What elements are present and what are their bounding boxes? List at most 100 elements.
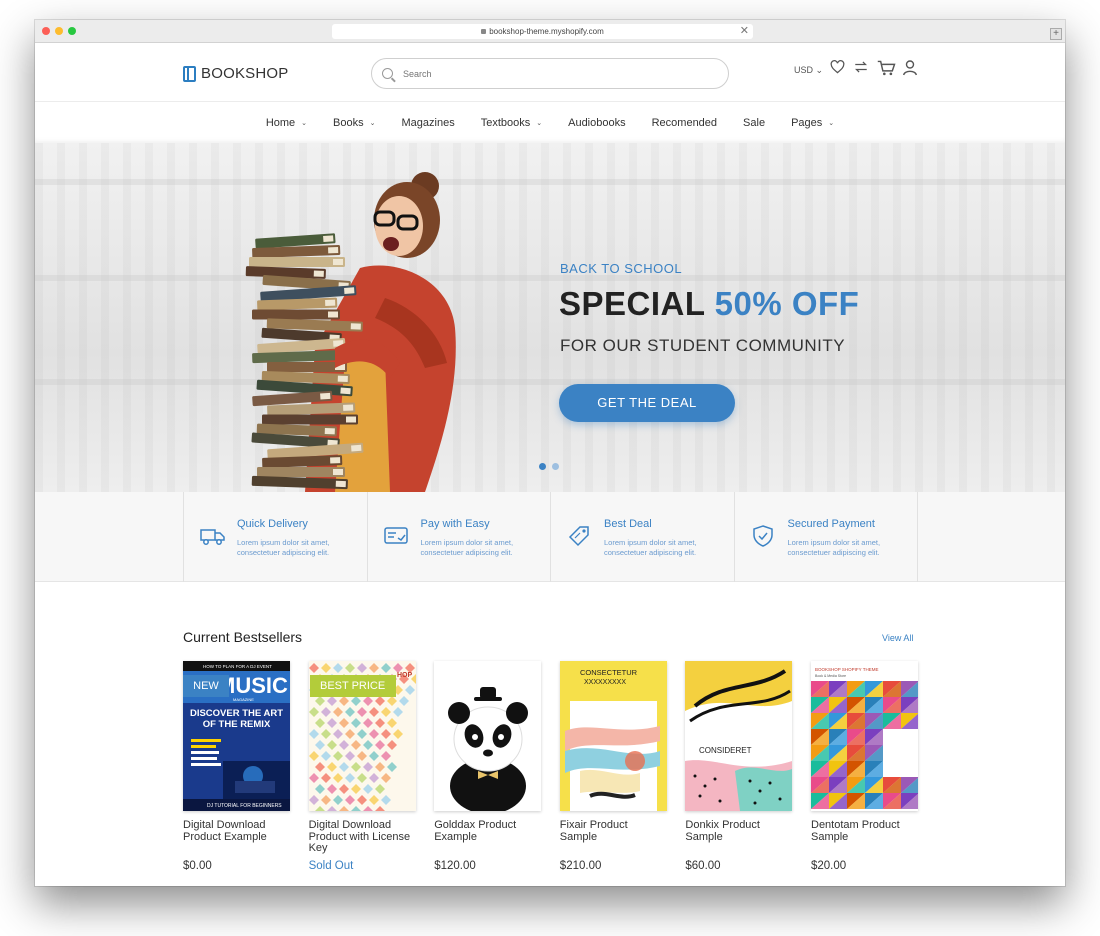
nav-item-label: Recomended	[651, 117, 718, 129]
nav-item-audiobooks[interactable]: Audiobooks	[568, 117, 626, 129]
product-badge: NEW	[183, 675, 229, 697]
nav-item-label: Audiobooks	[568, 117, 626, 129]
product-image[interactable]: BOOKSHOP SHOPIFY THEME Book & Media Store	[811, 661, 918, 811]
book-pages	[313, 270, 324, 277]
feature-title: Quick Delivery	[237, 518, 308, 530]
product-name[interactable]: Dentotam Product Sample	[811, 819, 919, 843]
product-name[interactable]: Digital Download Product with License Ke…	[309, 819, 417, 855]
feature-description: Lorem ipsum dolor sit amet, consectetuer…	[237, 538, 330, 557]
slider-dot[interactable]	[552, 463, 559, 470]
book-pages	[328, 247, 339, 254]
hero-title-accent: 50% OFF	[714, 285, 860, 322]
hero-title-main: SPECIAL	[559, 285, 705, 322]
dentotam-cover-subtitle: Book & Media Store	[815, 674, 846, 678]
book-spine	[252, 309, 340, 320]
nav-item-recomended[interactable]: Recomended	[652, 117, 717, 129]
section-title: Current Bestsellers	[183, 629, 303, 645]
book-pages	[324, 427, 335, 435]
view-all-link[interactable]: View All	[882, 633, 913, 643]
product-price: $120.00	[434, 860, 476, 872]
product-image[interactable]: HOW TO PLAN FOR A DJ EVENT MUSIC MAGAZINE D…	[183, 661, 290, 811]
nav-item-textbooks[interactable]: Textbooks ⌄	[481, 117, 542, 129]
product-card[interactable]: BOOKSHOP SHOPIFY THEME Book & Media Store…	[811, 661, 919, 881]
close-window-button[interactable]	[42, 27, 50, 35]
music-cover-top-line: HOW TO PLAN FOR A DJ EVENT	[203, 664, 272, 669]
product-grid: HOW TO PLAN FOR A DJ EVENT MUSIC MAGAZINE D…	[183, 661, 923, 881]
truck-icon	[200, 525, 225, 547]
main-navigation: Home ⌄ Books ⌄ Magazines Textbooks ⌄ Audiobooks…	[35, 101, 1065, 143]
product-image[interactable]: HOP BEST PRICE	[308, 661, 416, 811]
nav-list: Home ⌄ Books ⌄ Magazines Textbooks ⌄ Audiobooks…	[35, 102, 1065, 144]
book-pages	[330, 457, 341, 464]
book-pages	[351, 444, 362, 452]
product-image[interactable]: CONSECTETUR XXXXXXXXX	[559, 661, 667, 811]
nav-item-books[interactable]: Books ⌄	[333, 117, 375, 129]
product-card[interactable]: HOP BEST PRICE Digital Download Product wi…	[308, 661, 417, 881]
hero-title: SPECIAL 50% OFF	[559, 285, 859, 323]
feature-title: Secured Payment	[787, 518, 875, 530]
nav-item-label: Textbooks	[480, 117, 531, 129]
zoom-window-button[interactable]	[68, 27, 76, 35]
feature-description: Lorem ipsum dolor sit amet, consectetuer…	[787, 538, 881, 557]
search-box[interactable]	[371, 58, 729, 89]
features-bar: Quick Delivery Lorem ipsum dolor sit amet…	[35, 492, 1065, 582]
feature-title: Best Deal	[604, 518, 652, 530]
search-input[interactable]	[403, 68, 703, 79]
product-image[interactable]: CONSIDERET	[685, 661, 793, 811]
user-icon[interactable]	[903, 60, 917, 76]
book-pages	[320, 392, 331, 400]
product-name[interactable]: Donkix Product Sample	[685, 819, 793, 843]
slider-dot[interactable]	[539, 463, 546, 470]
product-name[interactable]: Golddax Product Example	[434, 819, 542, 843]
shield-icon	[751, 525, 775, 547]
product-card[interactable]: CONSIDERET Donkix Product Sample $60.00	[685, 661, 793, 881]
music-cover-subtitle: MAGAZINE	[233, 697, 254, 702]
book-spine	[249, 257, 345, 267]
book-pages	[333, 469, 343, 475]
student-with-books-image	[245, 172, 456, 492]
book-pages	[323, 235, 334, 243]
currency-selector[interactable]: USD ⌄	[794, 65, 823, 76]
compare-icon[interactable]	[853, 60, 869, 74]
nav-item-label: Pages	[791, 117, 823, 129]
logo[interactable]: BOOKSHOP	[183, 65, 288, 82]
product-card[interactable]: CONSECTETUR XXXXXXXXX Fixair Product Sampl…	[559, 661, 668, 881]
feature-best-deal: Best Deal Lorem ipsum dolor sit amet, con…	[551, 492, 735, 582]
cart-icon[interactable]	[877, 60, 896, 76]
nav-item-magazines[interactable]: Magazines	[402, 117, 455, 129]
new-tab-button[interactable]: +	[1050, 28, 1062, 40]
product-name[interactable]: Digital Download Product Example	[183, 819, 291, 843]
fixair-cover-subtitle: XXXXXXXXX	[584, 679, 626, 686]
currency-label: USD	[794, 65, 814, 75]
address-text: bookshop-theme.myshopify.com	[489, 27, 604, 36]
address-bar[interactable]: bookshop-theme.myshopify.com ✕	[332, 24, 753, 39]
book-pages	[333, 259, 343, 265]
music-cover-footer: DJ TUTORIAL FOR BEGINNERS	[207, 803, 282, 809]
get-the-deal-button[interactable]: GET THE DEAL	[559, 384, 735, 422]
product-price: Sold Out	[308, 860, 354, 872]
book-pages	[344, 287, 355, 294]
product-card[interactable]: Golddax Product Example $120.00	[434, 661, 542, 881]
search-icon[interactable]	[382, 68, 393, 79]
product-image[interactable]	[434, 661, 542, 811]
product-price: $0.00	[183, 860, 212, 872]
product-name[interactable]: Fixair Product Sample	[560, 819, 668, 843]
book-pages	[325, 299, 336, 307]
nav-item-sale[interactable]: Sale	[743, 117, 765, 129]
product-card[interactable]: HOW TO PLAN FOR A DJ EVENT MUSIC MAGAZINE D…	[183, 661, 291, 881]
heart-icon[interactable]	[830, 60, 845, 74]
nav-item-label: Sale	[743, 117, 766, 129]
chevron-down-icon: ⌄	[536, 120, 543, 127]
feature-pay-with-easy: Pay with Easy Lorem ipsum dolor sit amet,…	[368, 492, 551, 582]
chevron-down-icon: ⌄	[301, 120, 308, 127]
clear-url-icon[interactable]: ✕	[740, 24, 749, 39]
music-cover-headline: DISCOVER THE ART OF THE REMIX	[189, 708, 284, 730]
hero-slider: BACK TO SCHOOL SPECIAL 50% OFF FOR OUR S…	[35, 143, 1065, 492]
tag-icon	[567, 525, 591, 547]
lock-icon	[481, 29, 487, 34]
nav-item-pages[interactable]: Pages ⌄	[791, 117, 834, 129]
product-badge: BEST PRICE	[309, 675, 396, 697]
nav-item-home[interactable]: Home ⌄	[266, 117, 307, 129]
minimize-window-button[interactable]	[55, 27, 63, 35]
book-logo-icon	[183, 65, 196, 82]
